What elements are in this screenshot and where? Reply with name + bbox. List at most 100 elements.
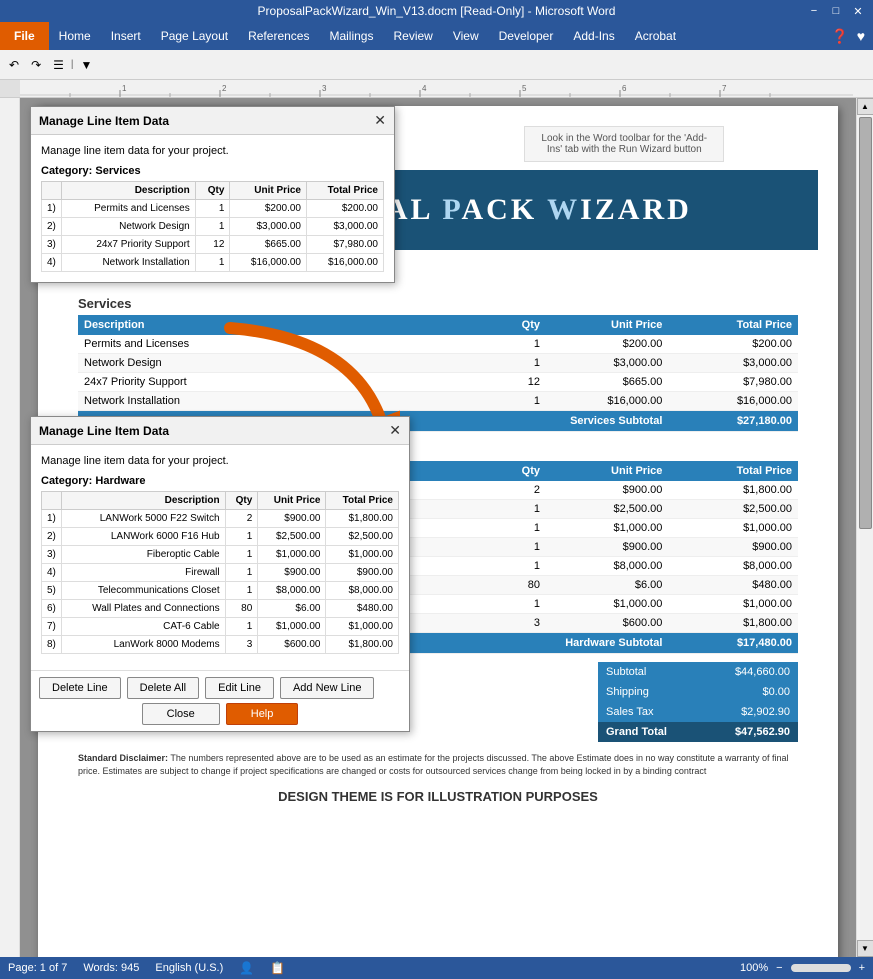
cell: 1 bbox=[474, 354, 546, 373]
help-icon[interactable]: ❓ bbox=[831, 28, 848, 45]
scroll-down-button[interactable]: ▼ bbox=[857, 940, 873, 957]
col-desc: Description bbox=[62, 182, 196, 200]
cell: $8,000.00 bbox=[668, 557, 798, 576]
toolbar-more[interactable]: ☰ bbox=[48, 55, 69, 75]
dialog-services-table: Description Qty Unit Price Total Price 1… bbox=[41, 181, 384, 272]
cell: $16,000.00 bbox=[230, 254, 307, 272]
references-menu[interactable]: References bbox=[238, 22, 319, 50]
doc-area: Look for the 'Security Warning' you must… bbox=[20, 98, 856, 957]
dialog-services-subtitle: Manage line item data for your project. bbox=[41, 145, 384, 157]
cell: $2,500.00 bbox=[326, 528, 399, 546]
cell: $600.00 bbox=[258, 636, 326, 654]
cell: $665.00 bbox=[230, 236, 307, 254]
cell: $6.00 bbox=[258, 600, 326, 618]
heart-icon[interactable]: ♥ bbox=[857, 28, 865, 44]
review-menu[interactable]: Review bbox=[383, 22, 442, 50]
cell: LanWork 8000 Modems bbox=[62, 636, 226, 654]
window-title: ProposalPackWizard_Win_V13.docm [Read-On… bbox=[258, 4, 616, 18]
col-desc: Description bbox=[62, 492, 226, 510]
dialog-table-row: 1) Permits and Licenses 1 $200.00 $200.0… bbox=[42, 200, 384, 218]
cell: CAT-6 Cable bbox=[62, 618, 226, 636]
cell: $1,000.00 bbox=[326, 546, 399, 564]
title-bar: ProposalPackWizard_Win_V13.docm [Read-On… bbox=[0, 0, 873, 22]
addins-menu[interactable]: Add-Ins bbox=[563, 22, 624, 50]
cell: $900.00 bbox=[546, 481, 668, 500]
cell: 5) bbox=[42, 582, 62, 600]
dialog-services-titlebar: Manage Line Item Data ✕ bbox=[31, 107, 394, 135]
scroll-thumb[interactable] bbox=[859, 117, 872, 529]
disclaimer-strong: Standard Disclaimer: bbox=[78, 753, 168, 763]
svg-text:1: 1 bbox=[122, 84, 127, 93]
dialog-buttons-row2: Close Help bbox=[31, 701, 409, 731]
delete-all-button[interactable]: Delete All bbox=[127, 677, 199, 699]
cell: 1) bbox=[42, 200, 62, 218]
page-layout-menu[interactable]: Page Layout bbox=[151, 22, 238, 50]
cell: 1 bbox=[195, 254, 230, 272]
quick-access-btn[interactable]: ▼ bbox=[76, 55, 98, 75]
file-menu[interactable]: File bbox=[0, 22, 49, 50]
dialog-services: Manage Line Item Data ✕ Manage line item… bbox=[30, 106, 395, 283]
minimize-button[interactable]: − bbox=[803, 2, 825, 20]
cell: 2 bbox=[225, 510, 258, 528]
zoom-slider[interactable] bbox=[791, 964, 851, 972]
insert-menu[interactable]: Insert bbox=[101, 22, 151, 50]
edit-line-button[interactable]: Edit Line bbox=[205, 677, 274, 699]
mailings-menu[interactable]: Mailings bbox=[319, 22, 383, 50]
cell: $1,000.00 bbox=[668, 595, 798, 614]
dialog-hardware-body: Manage line item data for your project. … bbox=[31, 445, 409, 664]
disclaimer: Standard Disclaimer: The numbers represe… bbox=[78, 752, 798, 777]
undo-button[interactable]: ↶ bbox=[4, 55, 24, 75]
cell: Firewall bbox=[62, 564, 226, 582]
dialog-table-row: 6) Wall Plates and Connections 80 $6.00 … bbox=[42, 600, 399, 618]
cell: $900.00 bbox=[668, 538, 798, 557]
ruler: 1 2 3 4 5 6 7 bbox=[0, 80, 873, 98]
cell: 1 bbox=[225, 582, 258, 600]
developer-menu[interactable]: Developer bbox=[489, 22, 564, 50]
close-button[interactable]: Close bbox=[142, 703, 220, 725]
grandtotal-value: $47,562.90 bbox=[702, 722, 798, 742]
dialog-table-row: 3) Fiberoptic Cable 1 $1,000.00 $1,000.0… bbox=[42, 546, 399, 564]
cell: Fiberoptic Cable bbox=[62, 546, 226, 564]
cell: Wall Plates and Connections bbox=[62, 600, 226, 618]
cell: LANWork 6000 F16 Hub bbox=[62, 528, 226, 546]
table-row: Network Installation 1 $16,000.00 $16,00… bbox=[78, 392, 798, 411]
cell: 4) bbox=[42, 564, 62, 582]
close-button[interactable]: ✕ bbox=[847, 2, 869, 20]
dialog-hardware-close[interactable]: ✕ bbox=[389, 422, 401, 439]
dialog-services-close[interactable]: ✕ bbox=[374, 112, 386, 129]
delete-line-button[interactable]: Delete Line bbox=[39, 677, 121, 699]
restore-button[interactable]: □ bbox=[825, 2, 847, 20]
shipping-row: Shipping $0.00 bbox=[598, 682, 798, 702]
cell: $200.00 bbox=[230, 200, 307, 218]
menu-bar-right: ❓ ♥ bbox=[831, 22, 873, 50]
cell: Permits and Licenses bbox=[78, 335, 474, 354]
cell: 3) bbox=[42, 236, 62, 254]
totals-table: Subtotal $44,660.00 Shipping $0.00 Sales… bbox=[598, 662, 798, 742]
cell: 6) bbox=[42, 600, 62, 618]
acrobat-menu[interactable]: Acrobat bbox=[625, 22, 686, 50]
help-button[interactable]: Help bbox=[226, 703, 299, 725]
col-unit: Unit Price bbox=[258, 492, 326, 510]
cell: $1,000.00 bbox=[546, 519, 668, 538]
dialog-hardware-titlebar: Manage Line Item Data ✕ bbox=[31, 417, 409, 445]
cell: 7) bbox=[42, 618, 62, 636]
redo-button[interactable]: ↷ bbox=[26, 55, 46, 75]
salestax-label: Sales Tax bbox=[598, 702, 702, 722]
cell: 12 bbox=[195, 236, 230, 254]
hardware-col-qty: Qty bbox=[474, 461, 546, 481]
home-menu[interactable]: Home bbox=[49, 22, 101, 50]
cell: $200.00 bbox=[668, 335, 798, 354]
subtotal-row: Subtotal $44,660.00 bbox=[598, 662, 798, 682]
salestax-row: Sales Tax $2,902.90 bbox=[598, 702, 798, 722]
add-new-line-button[interactable]: Add New Line bbox=[280, 677, 375, 699]
cell: 2) bbox=[42, 528, 62, 546]
cell: $8,000.00 bbox=[546, 557, 668, 576]
cell: 1 bbox=[195, 200, 230, 218]
status-icon-1: 👤 bbox=[239, 961, 254, 975]
scroll-up-button[interactable]: ▲ bbox=[857, 98, 873, 115]
dialog-hardware-category: Category: Hardware bbox=[41, 475, 399, 487]
cell: 4) bbox=[42, 254, 62, 272]
cell: $200.00 bbox=[306, 200, 383, 218]
cell: 1 bbox=[474, 557, 546, 576]
view-menu[interactable]: View bbox=[443, 22, 489, 50]
